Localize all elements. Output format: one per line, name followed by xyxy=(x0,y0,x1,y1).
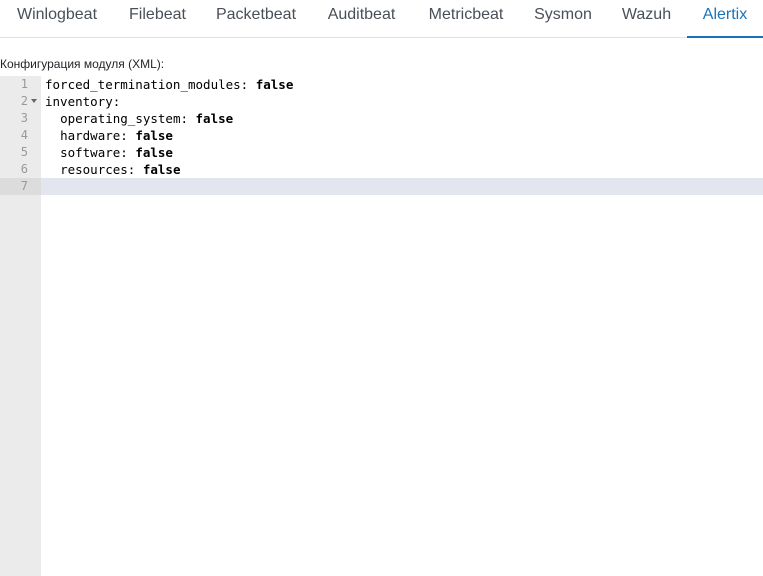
tab-sysmon[interactable]: Sysmon xyxy=(520,0,606,38)
gutter-line: 2 xyxy=(0,93,41,110)
code-editor[interactable]: 1 2 3 4 5 6 7 forced_termination_modules… xyxy=(0,76,763,576)
gutter-line: 3 xyxy=(0,110,41,127)
code-line[interactable]: operating_system: false xyxy=(41,110,763,127)
module-config-label: Конфигурация модуля (XML): xyxy=(0,57,165,71)
module-tabs: Winlogbeat Filebeat Packetbeat Auditbeat… xyxy=(0,0,763,38)
code-line-active[interactable] xyxy=(41,178,763,195)
code-key: software: xyxy=(60,145,128,160)
gutter-line: 4 xyxy=(0,127,41,144)
code-value: false xyxy=(135,128,173,143)
code-value: false xyxy=(142,162,181,177)
code-value: false xyxy=(195,111,234,126)
line-number: 7 xyxy=(20,179,28,193)
tab-auditbeat[interactable]: Auditbeat xyxy=(311,0,412,38)
line-number: 5 xyxy=(20,145,28,159)
code-key: forced_termination_modules: xyxy=(45,77,249,92)
code-line[interactable]: hardware: false xyxy=(41,127,763,144)
code-line[interactable]: forced_termination_modules: false xyxy=(41,76,763,93)
fold-arrow-icon[interactable] xyxy=(31,99,37,103)
code-key: resources: xyxy=(60,162,136,177)
gutter-line: 5 xyxy=(0,144,41,161)
tab-metricbeat[interactable]: Metricbeat xyxy=(412,0,520,38)
code-key: operating_system: xyxy=(60,111,188,126)
code-value: false xyxy=(135,145,173,160)
gutter-line: 1 xyxy=(0,76,41,93)
code-key: hardware: xyxy=(60,128,128,143)
tab-packetbeat[interactable]: Packetbeat xyxy=(201,0,311,38)
code-key: inventory: xyxy=(45,94,121,109)
tab-alertix[interactable]: Alertix xyxy=(687,0,763,38)
code-line[interactable]: resources: false xyxy=(41,161,763,178)
line-number: 2 xyxy=(20,94,28,108)
line-number: 6 xyxy=(20,162,28,176)
code-value: false xyxy=(255,77,294,92)
editor-content[interactable]: forced_termination_modules: false invent… xyxy=(41,76,763,576)
gutter-line: 6 xyxy=(0,161,41,178)
editor-gutter: 1 2 3 4 5 6 7 xyxy=(0,76,41,576)
tab-wazuh[interactable]: Wazuh xyxy=(606,0,687,38)
code-line[interactable]: inventory: xyxy=(41,93,763,110)
line-number: 3 xyxy=(20,111,28,125)
line-number: 1 xyxy=(20,77,28,91)
code-line[interactable]: software: false xyxy=(41,144,763,161)
line-number: 4 xyxy=(20,128,28,142)
tab-winlogbeat[interactable]: Winlogbeat xyxy=(0,0,114,38)
gutter-line-active: 7 xyxy=(0,178,41,195)
tab-filebeat[interactable]: Filebeat xyxy=(114,0,201,38)
